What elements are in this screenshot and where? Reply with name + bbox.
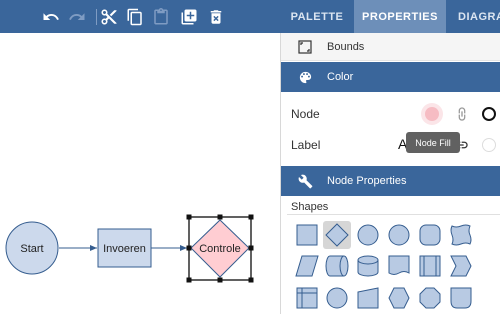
tab-properties[interactable]: PROPERTIES (354, 0, 446, 33)
shape-wavy-rect[interactable] (447, 221, 475, 249)
color-section-label: Color (327, 71, 354, 83)
node-controle-label: Controle (199, 243, 241, 255)
circle-shape-icon (326, 287, 348, 309)
chevron-shape-icon (450, 255, 472, 277)
wrench-icon (298, 174, 313, 189)
ellipse-shape-icon (388, 224, 410, 246)
predefined-process-shape-icon (419, 255, 441, 277)
hexagon-shape-icon (388, 287, 410, 309)
add-node-button[interactable] (178, 6, 200, 28)
panel-tabs: PALETTE PROPERTIES DIAGRAM (280, 0, 500, 33)
node-invoeren[interactable]: Invoeren (97, 228, 152, 268)
document-shape-icon (388, 255, 410, 275)
shape-octagon[interactable] (416, 284, 444, 312)
circle-shape-icon (357, 224, 379, 246)
rectangle-shape-icon (296, 224, 318, 246)
node-fill-tooltip: Node Fill (406, 132, 460, 153)
node-stroke-swatch[interactable] (482, 107, 496, 121)
properties-panel: Bounds Color Node Label A Node Propertie… (281, 33, 500, 314)
shapes-label: Shapes (291, 201, 329, 213)
horizontal-cylinder-shape-icon (325, 255, 349, 277)
shape-diamond[interactable] (323, 221, 351, 249)
diagram-canvas[interactable]: Start Invoeren Controle (0, 33, 280, 314)
palette-icon (299, 71, 312, 84)
shape-circle[interactable] (354, 221, 382, 249)
trapezoid-shape-icon (357, 287, 379, 309)
shape-rounded-rect[interactable] (416, 221, 444, 249)
wavy-rect-shape-icon (450, 224, 472, 246)
node-color-row: Node (281, 99, 500, 129)
node-properties-section-header[interactable]: Node Properties (281, 166, 500, 196)
bounds-label: Bounds (327, 41, 365, 53)
undo-button[interactable] (40, 6, 62, 28)
tab-diagram[interactable]: DIAGRAM (446, 0, 500, 33)
node-controle[interactable]: Controle (186, 214, 254, 283)
color-section-header[interactable]: Color (281, 62, 500, 92)
shape-document[interactable] (385, 252, 413, 280)
shape-trapezoid[interactable] (354, 284, 382, 312)
shape-shield[interactable] (447, 284, 475, 312)
copy-button[interactable] (124, 6, 146, 28)
redo-button[interactable] (66, 6, 88, 28)
cut-button[interactable] (98, 6, 120, 28)
shield-shape-icon (450, 287, 472, 309)
bounds-icon (298, 40, 312, 54)
add-box-icon (181, 9, 197, 25)
label-bg-swatch[interactable] (482, 138, 496, 152)
node-color-label: Node (291, 107, 320, 121)
node-fill-swatch[interactable] (425, 107, 439, 121)
octagon-shape-icon (419, 287, 441, 309)
paste-icon (154, 8, 168, 25)
undo-icon (43, 13, 59, 20)
trash-icon (210, 10, 222, 24)
scissors-icon (101, 9, 117, 25)
internal-storage-shape-icon (296, 287, 318, 309)
shape-internal-storage[interactable] (293, 284, 321, 312)
shape-rectangle[interactable] (293, 221, 321, 249)
tab-palette[interactable]: PALETTE (280, 0, 354, 33)
node-properties-label: Node Properties (327, 175, 407, 187)
label-color-label: Label (291, 138, 321, 152)
redo-icon (69, 13, 85, 20)
label-color-row: Label A (281, 130, 500, 160)
node-invoeren-label: Invoeren (103, 243, 146, 255)
link-icon[interactable] (454, 106, 470, 122)
toolbar-separator (96, 9, 97, 25)
top-toolbar: PALETTE PROPERTIES DIAGRAM (0, 0, 500, 33)
node-start-label: Start (20, 243, 43, 255)
shape-cylinder[interactable] (354, 252, 382, 280)
shape-chevron[interactable] (447, 252, 475, 280)
shape-ellipse[interactable] (385, 221, 413, 249)
bounds-section[interactable]: Bounds (281, 33, 500, 61)
cylinder-shape-icon (357, 255, 379, 277)
diagram-editor: PALETTE PROPERTIES DIAGRAM Start In (0, 0, 500, 314)
paste-button[interactable] (150, 6, 172, 28)
shape-circle-2[interactable] (323, 284, 351, 312)
shape-hexagon[interactable] (385, 284, 413, 312)
node-start[interactable]: Start (5, 221, 59, 275)
delete-button[interactable] (205, 6, 227, 28)
shape-parallelogram[interactable] (293, 252, 321, 280)
diamond-shape-icon (325, 223, 349, 247)
shape-predefined-process[interactable] (416, 252, 444, 280)
rounded-rect-shape-icon (419, 224, 441, 246)
diagram-svg: Start Invoeren Controle (5, 214, 254, 283)
shape-horizontal-cylinder[interactable] (323, 252, 351, 280)
copy-icon (127, 8, 142, 26)
parallelogram-shape-icon (295, 255, 319, 277)
